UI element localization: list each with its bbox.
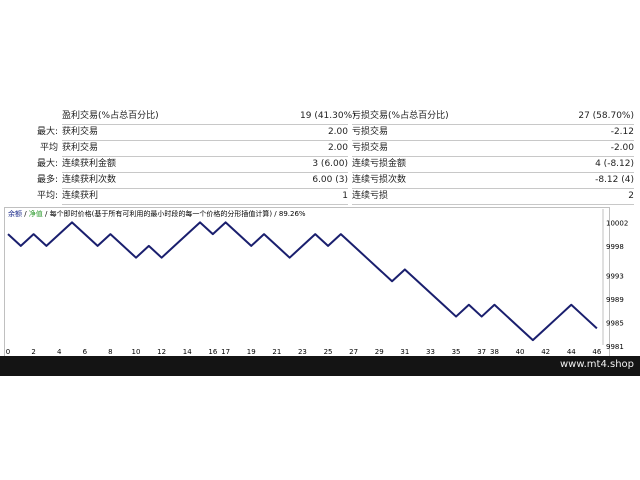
balance-series-line	[7, 221, 598, 342]
x-tick-label: 35	[452, 348, 461, 356]
x-tick-label: 2	[31, 348, 35, 356]
x-tick-label: 23	[298, 348, 307, 356]
x-tick-label: 25	[324, 348, 333, 356]
footer-bar: www.mt4.shop	[0, 356, 640, 376]
x-tick-label: 0	[6, 348, 10, 356]
x-tick-label: 37	[477, 348, 486, 356]
x-tick-label: 40	[516, 348, 525, 356]
y-tick-label: 9989	[606, 296, 624, 304]
x-tick-label: 16	[208, 348, 217, 356]
x-tick-label: 46	[592, 348, 601, 356]
y-tick-label: 9993	[606, 272, 624, 280]
x-tick-label: 4	[57, 348, 62, 356]
y-tick-label: 9998	[606, 243, 624, 251]
x-tick-label: 14	[183, 348, 192, 356]
x-tick-label: 33	[426, 348, 435, 356]
x-tick-label: 21	[272, 348, 281, 356]
y-tick-label: 10002	[606, 219, 628, 227]
x-tick-label: 27	[349, 348, 358, 356]
brand-watermark: www.mt4.shop	[559, 359, 634, 370]
x-tick-label: 31	[400, 348, 409, 356]
x-tick-label: 10	[132, 348, 141, 356]
x-tick-label: 38	[490, 348, 499, 356]
x-tick-label: 19	[247, 348, 256, 356]
x-tick-label: 42	[541, 348, 550, 356]
x-tick-label: 29	[375, 348, 384, 356]
x-tick-label: 8	[108, 348, 112, 356]
y-tick-label: 9985	[606, 319, 624, 327]
balance-line-chart: 10002999899939989998599810 2 4 6 8 10 12 14 16 17…	[6, 209, 628, 356]
x-tick-label: 17	[221, 348, 230, 356]
y-tick-label: 9981	[606, 343, 624, 351]
x-tick-label: 12	[157, 348, 166, 356]
x-tick-label: 6	[83, 348, 88, 356]
x-tick-label: 44	[567, 348, 576, 356]
